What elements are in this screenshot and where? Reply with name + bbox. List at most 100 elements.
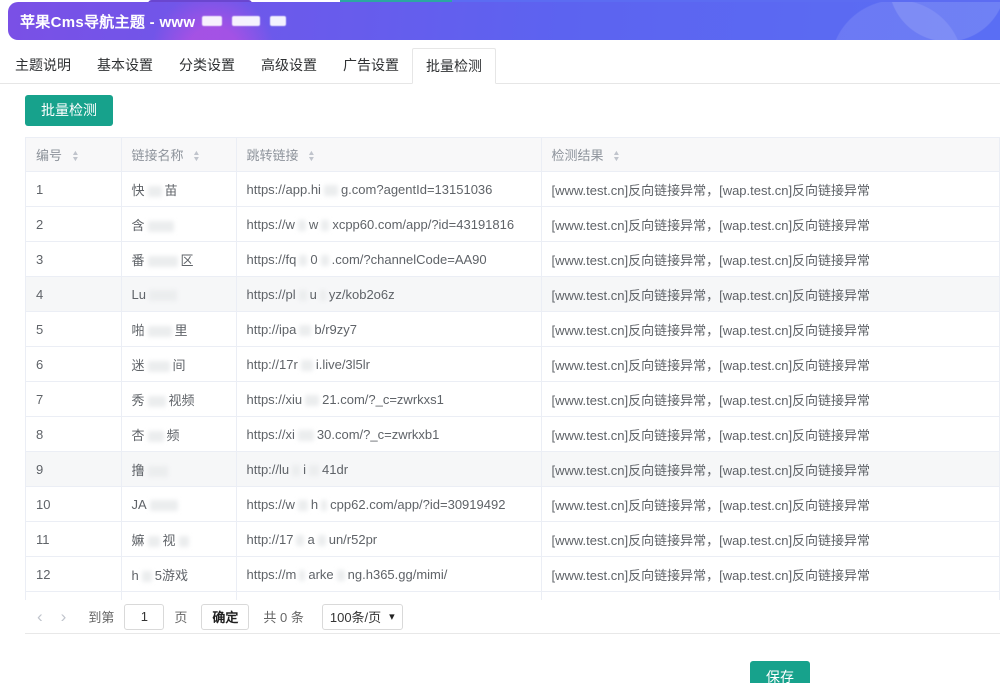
redaction — [148, 536, 160, 547]
link-name-cell: 含 — [121, 207, 236, 242]
sort-icon[interactable]: ▲▼ — [193, 151, 200, 163]
link-url-cell: https://xi30.com/?_c=zwrkxb1 — [236, 417, 541, 452]
redaction — [142, 571, 152, 582]
redaction — [299, 255, 307, 266]
row-id-cell: 7 — [26, 382, 121, 417]
batch-check-button[interactable]: 批量检测 — [25, 95, 113, 126]
link-url-cell: https://fq0.com/?channelCode=AA90 — [236, 242, 541, 277]
row-id-cell: 5 — [26, 312, 121, 347]
check-result-cell: [www.test.cn]反向链接异常，[wap.test.cn]反向链接异常 — [541, 557, 1000, 592]
redaction — [309, 465, 319, 476]
page-number-input[interactable] — [124, 604, 164, 630]
table-row: 10JAhttps://whcpp62.com/app/?id=30919492… — [26, 487, 1000, 522]
redaction — [149, 290, 177, 301]
check-result-cell: [www.test.cn]反向链接异常，[wap.test.cn]反向链接异常 — [541, 592, 1000, 601]
links-table: 编号 ▲▼ 链接名称 ▲▼ 跳转链接 ▲▼ 检测结果 — [26, 137, 1000, 600]
redaction — [301, 360, 313, 371]
redaction — [299, 290, 307, 301]
row-id-cell: 8 — [26, 417, 121, 452]
tab-bar: 主题说明 基本设置 分类设置 高级设置 广告设置 批量检测 — [0, 48, 1000, 84]
check-result-cell: [www.test.cn]反向链接异常，[wap.test.cn]反向链接异常 — [541, 277, 1000, 312]
total-count-label: 共 0 条 — [263, 607, 303, 626]
link-url-cell: https://xiu21.com/?_c=zwrkxs1 — [236, 382, 541, 417]
link-name-cell: 撸 — [121, 452, 236, 487]
redaction — [148, 431, 164, 442]
redaction — [270, 16, 286, 26]
sort-icon[interactable]: ▲▼ — [308, 151, 315, 163]
redaction — [296, 535, 304, 546]
link-url-cell: http://lui41dr — [236, 452, 541, 487]
redaction — [148, 466, 168, 477]
prev-page-button[interactable]: ‹ — [37, 608, 43, 625]
redaction — [148, 256, 178, 267]
row-id-cell: 12 — [26, 557, 121, 592]
col-header-url[interactable]: 跳转链接 ▲▼ — [236, 138, 541, 172]
check-result-cell: [www.test.cn]反向链接异常，[wap.test.cn]反向链接异常 — [541, 347, 1000, 382]
tab-ad-settings[interactable]: 广告设置 — [330, 48, 412, 83]
redaction — [321, 220, 329, 231]
link-url-cell: http://17ri.live/3l5lr — [236, 347, 541, 382]
page-size-select[interactable]: 100条/页 ▾ — [322, 604, 403, 630]
tab-basic-settings[interactable]: 基本设置 — [84, 48, 166, 83]
redaction — [148, 221, 174, 232]
redaction — [292, 465, 300, 476]
title-redactions — [197, 16, 291, 26]
check-result-cell: [www.test.cn]反向链接异常，[wap.test.cn]反向链接异常 — [541, 207, 1000, 242]
table-row: 6迷间http://17ri.live/3l5lr[www.test.cn]反向… — [26, 347, 1000, 382]
check-result-cell: [www.test.cn]反向链接异常，[wap.test.cn]反向链接异常 — [541, 172, 1000, 207]
tab-category-settings[interactable]: 分类设置 — [166, 48, 248, 83]
redaction — [305, 395, 319, 406]
row-id-cell: 9 — [26, 452, 121, 487]
table-row: 8杏频https://xi30.com/?_c=zwrkxb1[www.test… — [26, 417, 1000, 452]
redaction — [321, 500, 327, 511]
link-name-cell: 迷间 — [121, 347, 236, 382]
link-name-cell: 快苗 — [121, 172, 236, 207]
check-result-cell: [www.test.cn]反向链接异常，[wap.test.cn]反向链接异常 — [541, 522, 1000, 557]
goto-label: 到第 — [88, 607, 114, 626]
sort-icon[interactable]: ▲▼ — [613, 151, 620, 163]
table-row: 13通哩通https://bnd.com/?dc=bsga7[www.test.… — [26, 592, 1000, 601]
col-header-label: 编号 — [36, 148, 62, 163]
table-row: 2含https://wwxcpp60.com/app/?id=43191816[… — [26, 207, 1000, 242]
page-unit-label: 页 — [174, 607, 187, 626]
page-size-value: 100条/页 — [330, 607, 381, 626]
page: 苹果Cms导航主题 - www 主题说明 基本设置 分类设置 高级设置 广告设置… — [0, 0, 1000, 683]
table-row: 11嫲视http://17aun/r52pr[www.test.cn]反向链接异… — [26, 522, 1000, 557]
row-id-cell: 1 — [26, 172, 121, 207]
check-result-cell: [www.test.cn]反向链接异常，[wap.test.cn]反向链接异常 — [541, 452, 1000, 487]
link-url-cell: http://17aun/r52pr — [236, 522, 541, 557]
table-header-row: 编号 ▲▼ 链接名称 ▲▼ 跳转链接 ▲▼ 检测结果 — [26, 138, 1000, 172]
redaction — [148, 361, 170, 372]
redaction — [321, 255, 329, 266]
redaction — [148, 186, 162, 197]
col-header-label: 跳转链接 — [247, 148, 299, 163]
tab-theme-notes[interactable]: 主题说明 — [2, 48, 84, 83]
check-result-cell: [www.test.cn]反向链接异常，[wap.test.cn]反向链接异常 — [541, 242, 1000, 277]
link-url-cell: http://ipab/r9zy7 — [236, 312, 541, 347]
table-row: 5啪里http://ipab/r9zy7[www.test.cn]反向链接异常，… — [26, 312, 1000, 347]
redaction — [298, 220, 306, 231]
check-result-cell: [www.test.cn]反向链接异常，[wap.test.cn]反向链接异常 — [541, 487, 1000, 522]
link-url-cell: https://markeng.h365.gg/mimi/ — [236, 557, 541, 592]
col-header-name[interactable]: 链接名称 ▲▼ — [121, 138, 236, 172]
col-header-label: 检测结果 — [552, 148, 604, 163]
table-body: 1快苗https://app.hig.com?agentId=13151036[… — [26, 172, 1000, 601]
col-header-id[interactable]: 编号 ▲▼ — [26, 138, 121, 172]
link-name-cell: 啪里 — [121, 312, 236, 347]
table-row: 3番区https://fq0.com/?channelCode=AA90[www… — [26, 242, 1000, 277]
table-row: 7秀视频https://xiu21.com/?_c=zwrkxs1[www.te… — [26, 382, 1000, 417]
link-name-cell: 番区 — [121, 242, 236, 277]
save-button[interactable]: 保存 — [750, 661, 810, 683]
col-header-result[interactable]: 检测结果 ▲▼ — [541, 138, 1000, 172]
confirm-page-button[interactable]: 确定 — [201, 604, 249, 630]
app-header: 苹果Cms导航主题 - www — [8, 2, 1000, 40]
link-name-cell: h5游戏 — [121, 557, 236, 592]
page-title: 苹果Cms导航主题 - www — [20, 11, 195, 32]
next-page-button[interactable]: › — [61, 608, 67, 625]
row-id-cell: 4 — [26, 277, 121, 312]
tab-batch-check[interactable]: 批量检测 — [412, 48, 496, 84]
tab-advanced-settings[interactable]: 高级设置 — [248, 48, 330, 83]
sort-icon[interactable]: ▲▼ — [72, 151, 79, 163]
redaction — [202, 16, 222, 26]
table-row: 1快苗https://app.hig.com?agentId=13151036[… — [26, 172, 1000, 207]
